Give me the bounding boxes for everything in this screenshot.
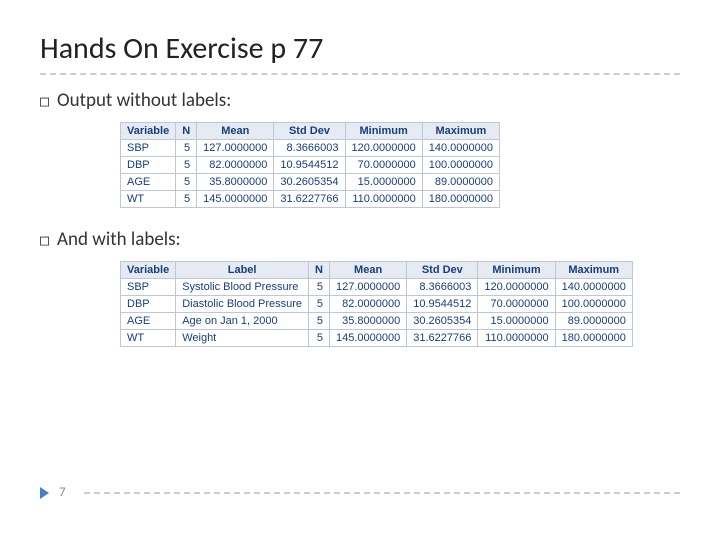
triangle-icon	[40, 487, 49, 499]
table-row: SBP 5 127.0000000 8.3666003 120.0000000 …	[121, 140, 500, 157]
bullet-with-labels: □ And with labels:	[40, 228, 680, 251]
bullet-output-without-labels: □ Output without labels:	[40, 89, 680, 112]
table-row: SBP Systolic Blood Pressure 5 127.000000…	[121, 279, 633, 296]
col-mean: Mean	[197, 123, 274, 140]
col-stddev: Std Dev	[274, 123, 345, 140]
col-max: Maximum	[422, 123, 499, 140]
table-row: AGE 5 35.8000000 30.2605354 15.0000000 8…	[121, 174, 500, 191]
col-max: Maximum	[555, 262, 632, 279]
footer-rule	[84, 492, 680, 494]
page-number: 7	[59, 485, 66, 500]
table-with-labels: Variable Label N Mean Std Dev Minimum Ma…	[120, 261, 633, 347]
title-rule	[40, 73, 680, 75]
col-stddev: Std Dev	[407, 262, 478, 279]
col-variable: Variable	[121, 262, 176, 279]
col-label: Label	[176, 262, 309, 279]
slide: Hands On Exercise p 77 □ Output without …	[0, 0, 720, 540]
col-n: N	[309, 262, 330, 279]
table-row: AGE Age on Jan 1, 2000 5 35.8000000 30.2…	[121, 313, 633, 330]
bullet-glyph: □	[40, 92, 49, 110]
table-row: WT Weight 5 145.0000000 31.6227766 110.0…	[121, 330, 633, 347]
table-row: DBP 5 82.0000000 10.9544512 70.0000000 1…	[121, 157, 500, 174]
bullet-text: Output without labels:	[57, 89, 231, 112]
page-title: Hands On Exercise p 77	[40, 30, 680, 67]
col-n: N	[176, 123, 197, 140]
page-number-wrap: 7	[40, 485, 66, 500]
col-variable: Variable	[121, 123, 176, 140]
table-row: WT 5 145.0000000 31.6227766 110.0000000 …	[121, 191, 500, 208]
col-mean: Mean	[330, 262, 407, 279]
table-row: DBP Diastolic Blood Pressure 5 82.000000…	[121, 296, 633, 313]
col-min: Minimum	[478, 262, 555, 279]
bullet-text: And with labels:	[57, 228, 181, 251]
bullet-glyph: □	[40, 231, 49, 249]
footer: 7	[40, 485, 680, 500]
table-without-labels: Variable N Mean Std Dev Minimum Maximum …	[120, 122, 500, 208]
col-min: Minimum	[345, 123, 422, 140]
